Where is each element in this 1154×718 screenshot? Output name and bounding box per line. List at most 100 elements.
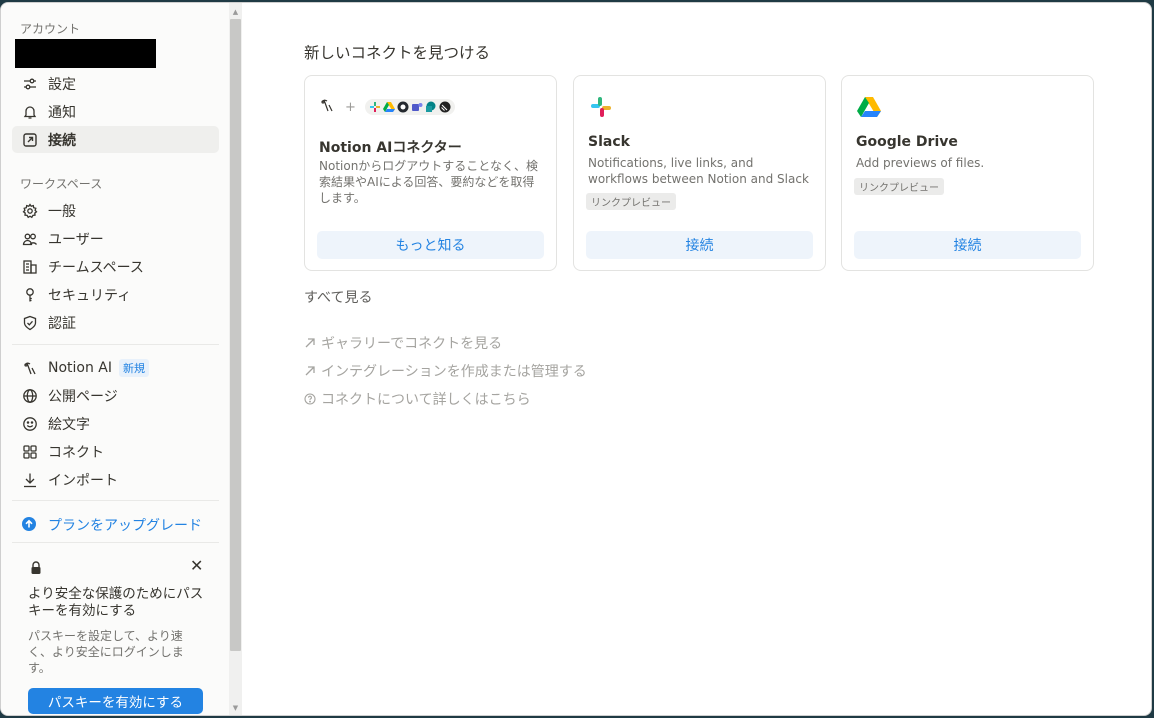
google-drive-icon xyxy=(382,102,395,112)
manage-integrations-label: インテグレーションを作成または管理する xyxy=(321,364,587,380)
learn-about-connect-link[interactable]: コネクトについて詳しくはこちら xyxy=(304,389,531,409)
connector-card-notion-ai[interactable]: + Notion AIコネクター Notionからログアウトすることなく、検索結… xyxy=(304,75,557,271)
sidebar-item-security[interactable]: セキュリティ xyxy=(12,281,219,308)
sidebar-item-label: 通知 xyxy=(48,104,76,121)
sidebar-item-label: 認証 xyxy=(48,315,76,332)
sidebar-scrollbar[interactable]: ▲ ▼ xyxy=(229,3,242,715)
sidebar-item-settings[interactable]: 設定 xyxy=(12,70,219,97)
passkey-promo-card: ✕ より安全な保護のためにパスキーを有効にする パスキーを設定して、より速く、よ… xyxy=(12,548,219,715)
arrow-up-circle-icon xyxy=(21,516,39,534)
connector-name: Slack xyxy=(588,134,630,150)
users-icon xyxy=(21,230,39,248)
sidebar-item-connect[interactable]: コネクト xyxy=(12,438,219,465)
sidebar-item-notifications[interactable]: 通知 xyxy=(12,98,219,125)
sidebar-item-general[interactable]: 一般 xyxy=(12,197,219,224)
see-all-link[interactable]: すべて見る xyxy=(304,287,372,307)
linear-icon xyxy=(439,101,451,113)
upgrade-plan-link[interactable]: プランをアップグレード xyxy=(12,511,219,538)
sidebar-item-public-pages[interactable]: 公開ページ xyxy=(12,382,219,409)
lock-icon xyxy=(30,560,42,574)
plus-sign: + xyxy=(345,99,356,115)
sidebar-item-label: 絵文字 xyxy=(48,416,90,433)
sidebar-item-label: 設定 xyxy=(48,76,76,93)
connector-name: Notion AIコネクター xyxy=(319,140,462,156)
arrow-up-right-box-icon xyxy=(21,131,39,149)
arrow-up-right-icon xyxy=(304,365,318,377)
gear-icon xyxy=(21,202,39,220)
scroll-down-icon[interactable]: ▼ xyxy=(232,705,239,712)
link-preview-tag: リンクプレビュー xyxy=(586,193,676,210)
google-drive-icon xyxy=(857,97,881,117)
scrollbar-thumb[interactable] xyxy=(230,19,241,651)
sidebar-item-users[interactable]: ユーザー xyxy=(12,225,219,252)
sidebar-item-label: コネクト xyxy=(48,444,104,461)
github-icon xyxy=(397,101,409,113)
sidebar-item-label: 接続 xyxy=(48,132,76,149)
globe-icon xyxy=(21,387,39,405)
close-icon[interactable]: ✕ xyxy=(190,556,203,575)
workspace-section-title: ワークスペース xyxy=(20,177,103,191)
account-section-title: アカウント xyxy=(20,22,81,36)
shield-check-icon xyxy=(21,314,39,332)
teams-icon xyxy=(411,103,423,111)
slack-icon xyxy=(591,97,611,117)
connector-description: Notifications, live links, and workflows… xyxy=(588,156,809,186)
key-icon xyxy=(21,286,39,304)
sidebar-item-identity[interactable]: 認証 xyxy=(12,309,219,336)
smiley-icon xyxy=(21,415,39,433)
manage-integrations-link[interactable]: インテグレーションを作成または管理する xyxy=(304,361,587,381)
sidebar-item-emoji[interactable]: 絵文字 xyxy=(12,410,219,437)
grid-icon xyxy=(21,443,39,461)
sidebar-item-label: ユーザー xyxy=(48,231,104,248)
account-name-redacted xyxy=(15,39,156,68)
sidebar-item-label: チームスペース xyxy=(48,259,144,276)
passkey-title: より安全な保護のためにパスキーを有効にする xyxy=(28,586,204,619)
connect-button[interactable]: 接続 xyxy=(854,231,1081,259)
google-drive-logo xyxy=(856,94,882,120)
app-logos-group xyxy=(364,99,455,115)
notion-ai-icon xyxy=(319,97,335,117)
sidebar-item-teamspaces[interactable]: チームスペース xyxy=(12,253,219,280)
arrow-up-right-icon xyxy=(304,337,318,349)
download-icon xyxy=(21,471,39,489)
sidebar-item-label: インポート xyxy=(48,472,118,489)
gallery-link-label: ギャラリーでコネクトを見る xyxy=(321,336,503,352)
connector-card-google-drive[interactable]: Google Drive Add previews of files. リンクプ… xyxy=(841,75,1094,271)
sidebar-item-label: セキュリティ xyxy=(48,287,132,304)
gallery-link[interactable]: ギャラリーでコネクトを見る xyxy=(304,333,502,353)
notion-ai-icon xyxy=(21,359,39,377)
connector-description: Notionからログアウトすることなく、検索結果やAIによる回答、要約などを取得… xyxy=(319,159,538,205)
page-title: 新しいコネクトを見つける xyxy=(304,44,491,62)
sidebar-item-label: Notion AI xyxy=(48,359,113,376)
connections-panel: 新しいコネクトを見つける + Notion AIコネクター Notionからログ… xyxy=(243,3,1151,715)
connector-name: Google Drive xyxy=(856,134,958,150)
enable-passkey-button[interactable]: パスキーを有効にする xyxy=(28,688,203,714)
sidebar-item-connections[interactable]: 接続 xyxy=(12,126,219,153)
sidebar-divider xyxy=(12,344,219,345)
settings-window: アカウント 設定 通知 接続 ワークスペース 一般 ユーザー チームスペース セ… xyxy=(0,2,1152,716)
sidebar-item-import[interactable]: インポート xyxy=(12,466,219,493)
sidebar-item-notion-ai[interactable]: Notion AI 新規 xyxy=(12,354,219,381)
connector-description: Add previews of files. xyxy=(856,156,985,170)
slack-logo xyxy=(588,94,614,120)
learn-about-connect-label: コネクトについて詳しくはこちら xyxy=(321,392,531,408)
settings-sidebar: アカウント 設定 通知 接続 ワークスペース 一般 ユーザー チームスペース セ… xyxy=(1,3,229,715)
question-circle-icon xyxy=(304,393,318,405)
learn-more-button[interactable]: もっと知る xyxy=(317,231,544,259)
passkey-description: パスキーを設定して、より速く、より安全にログインします。 xyxy=(28,629,184,675)
sidebar-item-label: 一般 xyxy=(48,203,76,220)
new-badge: 新規 xyxy=(119,358,150,377)
link-preview-tag: リンクプレビュー xyxy=(854,178,944,195)
sidebar-item-label: 公開ページ xyxy=(48,388,118,405)
building-icon xyxy=(21,258,39,276)
slack-icon xyxy=(369,102,380,112)
sliders-icon xyxy=(21,75,39,93)
connect-button[interactable]: 接続 xyxy=(586,231,813,259)
bell-icon xyxy=(21,103,39,121)
sidebar-divider xyxy=(12,542,219,543)
connector-card-slack[interactable]: Slack Notifications, live links, and wor… xyxy=(573,75,826,271)
upgrade-plan-label: プランをアップグレード xyxy=(48,517,202,534)
sidebar-divider xyxy=(12,500,219,501)
notion-ai-connector-logos: + xyxy=(319,94,455,120)
scroll-up-icon[interactable]: ▲ xyxy=(232,9,239,16)
